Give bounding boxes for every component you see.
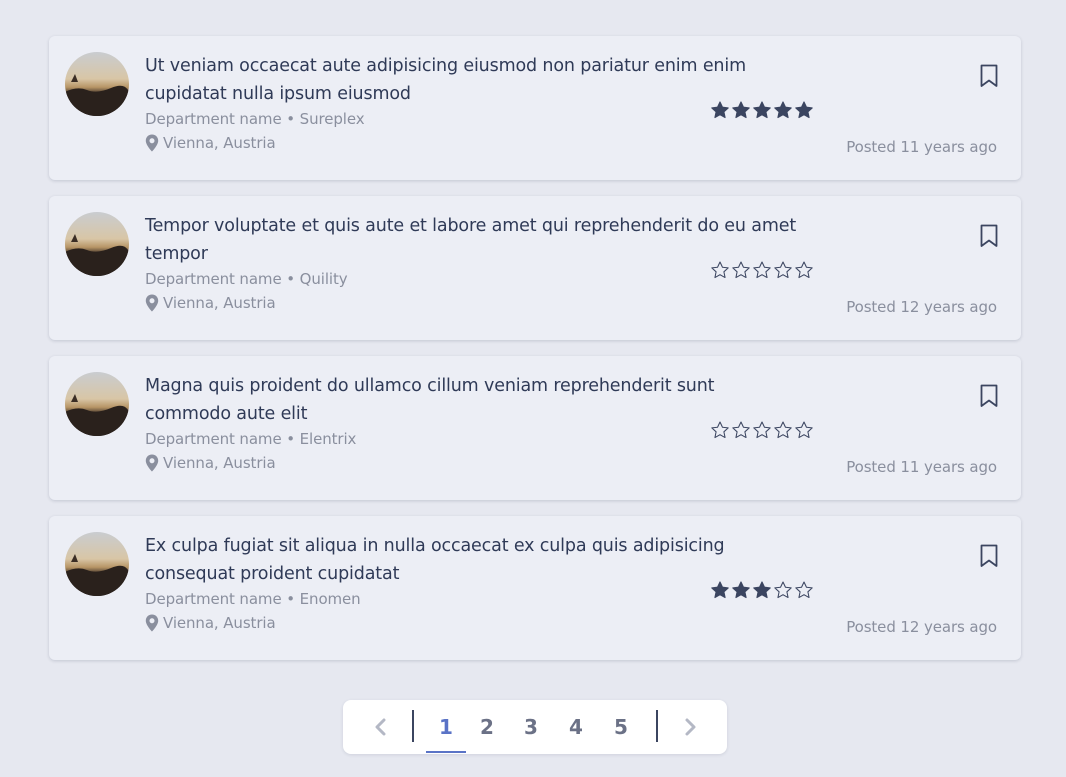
- star-filled-icon: [711, 101, 729, 119]
- star-empty-icon: [774, 581, 792, 599]
- chevron-left-icon[interactable]: [368, 714, 394, 740]
- location-text: Vienna, Austria: [163, 454, 276, 472]
- chevron-right-icon[interactable]: [677, 714, 703, 740]
- company-avatar: [65, 52, 129, 116]
- page-button-3[interactable]: 3: [511, 700, 551, 754]
- star-filled-icon: [774, 101, 792, 119]
- bookmark-icon[interactable]: [979, 224, 999, 248]
- pagination: 1 2 3 4 5: [343, 700, 727, 754]
- job-location: Vienna, Austria: [145, 612, 276, 634]
- job-title[interactable]: Tempor voluptate et quis aute et labore …: [145, 212, 805, 268]
- job-card[interactable]: Ex culpa fugiat sit aliqua in nulla occa…: [49, 516, 1021, 660]
- page-button-2[interactable]: 2: [467, 700, 507, 754]
- star-empty-icon: [795, 421, 813, 439]
- map-pin-icon: [145, 134, 159, 152]
- star-empty-icon: [774, 261, 792, 279]
- star-rating: [710, 416, 814, 444]
- star-filled-icon: [732, 101, 750, 119]
- department-name: Department name • Sureplex: [145, 110, 365, 128]
- star-filled-icon: [753, 581, 771, 599]
- star-filled-icon: [732, 581, 750, 599]
- bookmark-icon[interactable]: [979, 544, 999, 568]
- bookmark-icon[interactable]: [979, 64, 999, 88]
- department-name: Department name • Quility: [145, 270, 348, 288]
- job-location: Vienna, Austria: [145, 452, 276, 474]
- star-rating: [710, 96, 814, 124]
- star-filled-icon: [711, 581, 729, 599]
- job-list: Ut veniam occaecat aute adipisicing eius…: [49, 36, 1021, 676]
- bookmark-icon[interactable]: [979, 384, 999, 408]
- map-pin-icon: [145, 454, 159, 472]
- star-rating: [710, 256, 814, 284]
- star-rating: [710, 576, 814, 604]
- job-location: Vienna, Austria: [145, 292, 276, 314]
- posted-time: Posted 11 years ago: [846, 458, 997, 476]
- location-text: Vienna, Austria: [163, 294, 276, 312]
- company-avatar: [65, 532, 129, 596]
- company-avatar: [65, 212, 129, 276]
- star-empty-icon: [711, 261, 729, 279]
- pagination-divider: [656, 710, 658, 742]
- star-empty-icon: [711, 421, 729, 439]
- company-avatar: [65, 372, 129, 436]
- map-pin-icon: [145, 294, 159, 312]
- job-card[interactable]: Tempor voluptate et quis aute et labore …: [49, 196, 1021, 340]
- location-text: Vienna, Austria: [163, 134, 276, 152]
- location-text: Vienna, Austria: [163, 614, 276, 632]
- pagination-divider: [412, 710, 414, 742]
- job-location: Vienna, Austria: [145, 132, 276, 154]
- star-empty-icon: [795, 261, 813, 279]
- star-empty-icon: [732, 261, 750, 279]
- star-empty-icon: [774, 421, 792, 439]
- job-title[interactable]: Ut veniam occaecat aute adipisicing eius…: [145, 52, 805, 108]
- page-button-5[interactable]: 5: [601, 700, 641, 754]
- job-title[interactable]: Ex culpa fugiat sit aliqua in nulla occa…: [145, 532, 805, 588]
- posted-time: Posted 12 years ago: [846, 618, 997, 636]
- star-filled-icon: [753, 101, 771, 119]
- job-title[interactable]: Magna quis proident do ullamco cillum ve…: [145, 372, 805, 428]
- star-empty-icon: [732, 421, 750, 439]
- star-empty-icon: [753, 261, 771, 279]
- star-filled-icon: [795, 101, 813, 119]
- star-empty-icon: [795, 581, 813, 599]
- posted-time: Posted 11 years ago: [846, 138, 997, 156]
- department-name: Department name • Enomen: [145, 590, 361, 608]
- map-pin-icon: [145, 614, 159, 632]
- star-empty-icon: [753, 421, 771, 439]
- job-card[interactable]: Magna quis proident do ullamco cillum ve…: [49, 356, 1021, 500]
- posted-time: Posted 12 years ago: [846, 298, 997, 316]
- page-button-4[interactable]: 4: [556, 700, 596, 754]
- job-card[interactable]: Ut veniam occaecat aute adipisicing eius…: [49, 36, 1021, 180]
- page-button-1[interactable]: 1: [426, 700, 466, 754]
- department-name: Department name • Elentrix: [145, 430, 357, 448]
